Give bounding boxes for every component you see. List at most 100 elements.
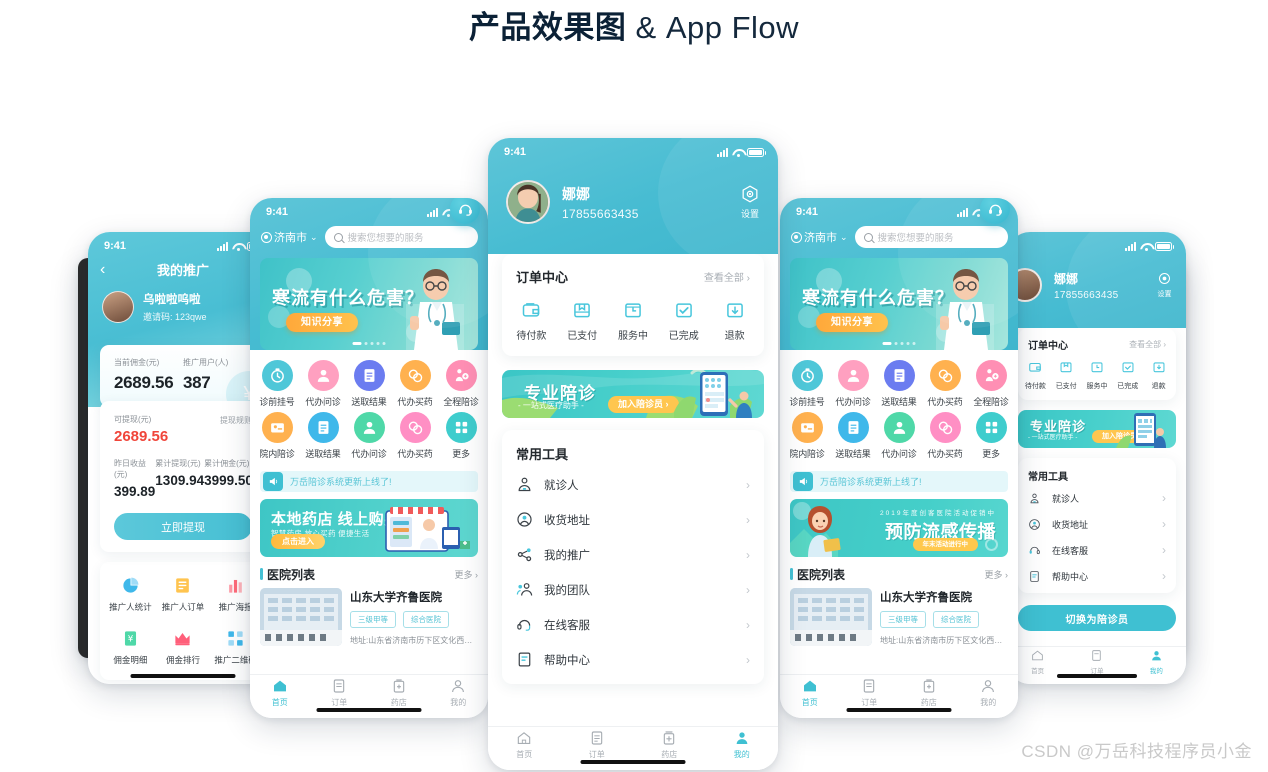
- tool-row-help[interactable]: 帮助中心 ›: [502, 642, 764, 684]
- doctor-icon: [883, 412, 915, 443]
- settings-button[interactable]: 设置: [1157, 271, 1172, 299]
- carousel-dots[interactable]: [882, 342, 916, 345]
- service-item[interactable]: 送取结果: [300, 412, 346, 460]
- tab-home[interactable]: 首页: [1031, 649, 1044, 675]
- location-selector[interactable]: 济南市 ⌄: [790, 229, 848, 245]
- order-status-item[interactable]: 服务中: [1082, 360, 1113, 391]
- bed-icon: [791, 412, 823, 443]
- order-status-pending-payment[interactable]: 待付款: [506, 300, 557, 342]
- service-item[interactable]: 代办问诊: [830, 360, 876, 408]
- clock-icon: [261, 360, 293, 391]
- promo-button[interactable]: 点击进入: [271, 534, 325, 549]
- tab-profile[interactable]: 我的: [450, 678, 466, 708]
- order-center-more[interactable]: 查看全部 ›: [704, 269, 750, 284]
- tab-orders[interactable]: 订单: [331, 678, 347, 708]
- tab-orders[interactable]: 订单: [1090, 649, 1103, 675]
- hospital-section-more[interactable]: 更多 ›: [984, 568, 1008, 581]
- location-selector[interactable]: 济南市 ⌄: [260, 229, 318, 245]
- service-item[interactable]: 送取结果: [346, 360, 392, 408]
- order-status-item[interactable]: 待付款: [1020, 360, 1051, 391]
- pro-banner-subtitle: - 一站式医疗助手 -: [518, 401, 584, 410]
- service-item-more[interactable]: 更多: [438, 412, 484, 460]
- tab-profile[interactable]: 我的: [734, 730, 750, 760]
- service-item-more[interactable]: 更多: [968, 412, 1014, 460]
- tool-row-patient[interactable]: 就诊人 ›: [1018, 485, 1176, 511]
- location-pin-icon: [790, 231, 802, 243]
- service-item[interactable]: 诊前挂号: [784, 360, 830, 408]
- hero-banner[interactable]: 寒流有什么危害？ 知识分享: [790, 258, 1008, 350]
- pro-banner[interactable]: 专业陪诊 - 一站式医疗助手 - 加入陪诊员 ›: [502, 370, 764, 418]
- hospital-list-item[interactable]: 山东大学齐鲁医院 三级甲等 综合医院 地址:山东省济南市历下区文化西路...: [250, 198, 488, 646]
- order-status-refund[interactable]: 退款: [709, 300, 760, 342]
- hero-button[interactable]: 知识分享: [816, 313, 888, 332]
- settings-button[interactable]: 设置: [740, 184, 760, 220]
- order-status-item[interactable]: 已支付: [1051, 360, 1082, 391]
- hero-button[interactable]: 知识分享: [286, 313, 358, 332]
- tool-row-address[interactable]: 收货地址 ›: [1018, 511, 1176, 537]
- service-item[interactable]: 代办问诊: [300, 360, 346, 408]
- summary-commission: 当前佣金(元) 2689.56: [114, 357, 183, 393]
- tool-row-team[interactable]: 我的团队 ›: [502, 572, 764, 607]
- tool-row-address[interactable]: 收货地址 ›: [502, 502, 764, 537]
- pro-banner-subtitle: - 一站式医疗助手 -: [1028, 435, 1078, 441]
- tab-profile[interactable]: 我的: [980, 678, 996, 708]
- service-label: 院内陪诊: [259, 449, 295, 459]
- order-status-paid[interactable]: 已支付: [557, 300, 608, 342]
- promo-grid-item-orders[interactable]: 推广人订单: [157, 576, 210, 613]
- qrcode-icon: [228, 631, 243, 646]
- tab-pharmacy[interactable]: 药店: [921, 678, 937, 708]
- service-item[interactable]: 送取结果: [830, 412, 876, 460]
- service-item[interactable]: 全程陪诊: [968, 360, 1014, 408]
- tab-orders[interactable]: 订单: [861, 678, 877, 708]
- hero-banner[interactable]: 寒流有什么危害？ 知识分享: [260, 258, 478, 350]
- hospital-section-more[interactable]: 更多 ›: [454, 568, 478, 581]
- service-item[interactable]: 送取结果: [876, 360, 922, 408]
- service-item[interactable]: 代办问诊: [876, 412, 922, 460]
- tool-row-service[interactable]: 在线客服 ›: [502, 607, 764, 642]
- promo-flu-pill[interactable]: 年末活动进行中: [912, 538, 978, 551]
- tab-home[interactable]: 首页: [272, 678, 288, 708]
- carousel-dots[interactable]: [352, 342, 386, 345]
- notice-bar[interactable]: 万岳陪诊系统更新上线了!: [790, 471, 1008, 492]
- tool-row-service[interactable]: 在线客服 ›: [1018, 537, 1176, 563]
- tab-orders[interactable]: 订单: [589, 730, 605, 760]
- service-item[interactable]: 代办买药: [922, 412, 968, 460]
- order-status-item[interactable]: 已完成: [1112, 360, 1143, 391]
- tool-row-promotion[interactable]: 我的推广 ›: [502, 537, 764, 572]
- service-item[interactable]: 代办买药: [392, 360, 438, 408]
- promo-grid-item-ranking[interactable]: 佣金排行: [157, 629, 210, 666]
- tab-pharmacy[interactable]: 药店: [391, 678, 407, 708]
- service-item[interactable]: 院内陪诊: [784, 412, 830, 460]
- withdraw-rule-link[interactable]: 提现规则: [220, 415, 252, 426]
- tool-row-help[interactable]: 帮助中心 ›: [1018, 563, 1176, 593]
- service-item[interactable]: 代办买药: [922, 360, 968, 408]
- promo-grid-item-commission-detail[interactable]: ¥ 佣金明细: [104, 629, 157, 666]
- pro-banner[interactable]: 专业陪诊 - 一站式医疗助手 - 加入陪诊员 ›: [1018, 410, 1176, 448]
- search-input[interactable]: 搜索您想要的服务: [324, 226, 478, 248]
- notice-bar[interactable]: 万岳陪诊系统更新上线了!: [260, 471, 478, 492]
- order-status-item[interactable]: 退款: [1143, 360, 1174, 391]
- promo-banner-flu[interactable]: 2019年度创客医院活动促销中 预防流感传播 年末活动进行中: [790, 499, 1008, 557]
- withdraw-button[interactable]: 立即提现: [114, 513, 252, 540]
- hospital-list-item[interactable]: 山东大学齐鲁医院 三级甲等 综合医院 地址:山东省济南市历下区文化西路...: [780, 198, 1018, 646]
- tab-home[interactable]: 首页: [802, 678, 818, 708]
- order-status-completed[interactable]: 已完成: [658, 300, 709, 342]
- service-item[interactable]: 代办买药: [392, 412, 438, 460]
- service-item[interactable]: 院内陪诊: [254, 412, 300, 460]
- chevron-left-icon[interactable]: ‹: [100, 261, 118, 279]
- promo-banner-pharmacy[interactable]: 本地药店 线上购买 智慧药房 放心买药 便捷生活 点击进入: [260, 499, 478, 557]
- promo-grid-item-stats[interactable]: 推广人统计: [104, 576, 157, 613]
- pro-banner-button[interactable]: 加入陪诊员 ›: [608, 396, 679, 413]
- service-item[interactable]: 代办问诊: [346, 412, 392, 460]
- service-item[interactable]: 诊前挂号: [254, 360, 300, 408]
- order-status-in-service[interactable]: 服务中: [608, 300, 659, 342]
- tab-profile[interactable]: 我的: [1150, 649, 1163, 675]
- service-item[interactable]: 全程陪诊: [438, 360, 484, 408]
- tool-row-patient[interactable]: 就诊人 ›: [502, 467, 764, 502]
- home-icon: [1032, 650, 1043, 660]
- tab-pharmacy[interactable]: 药店: [661, 730, 677, 760]
- search-input[interactable]: 搜索您想要的服务: [854, 226, 1008, 248]
- tab-home[interactable]: 首页: [516, 730, 532, 760]
- avatar[interactable]: [506, 180, 550, 224]
- switch-role-button[interactable]: 切换为陪诊员: [1018, 605, 1176, 631]
